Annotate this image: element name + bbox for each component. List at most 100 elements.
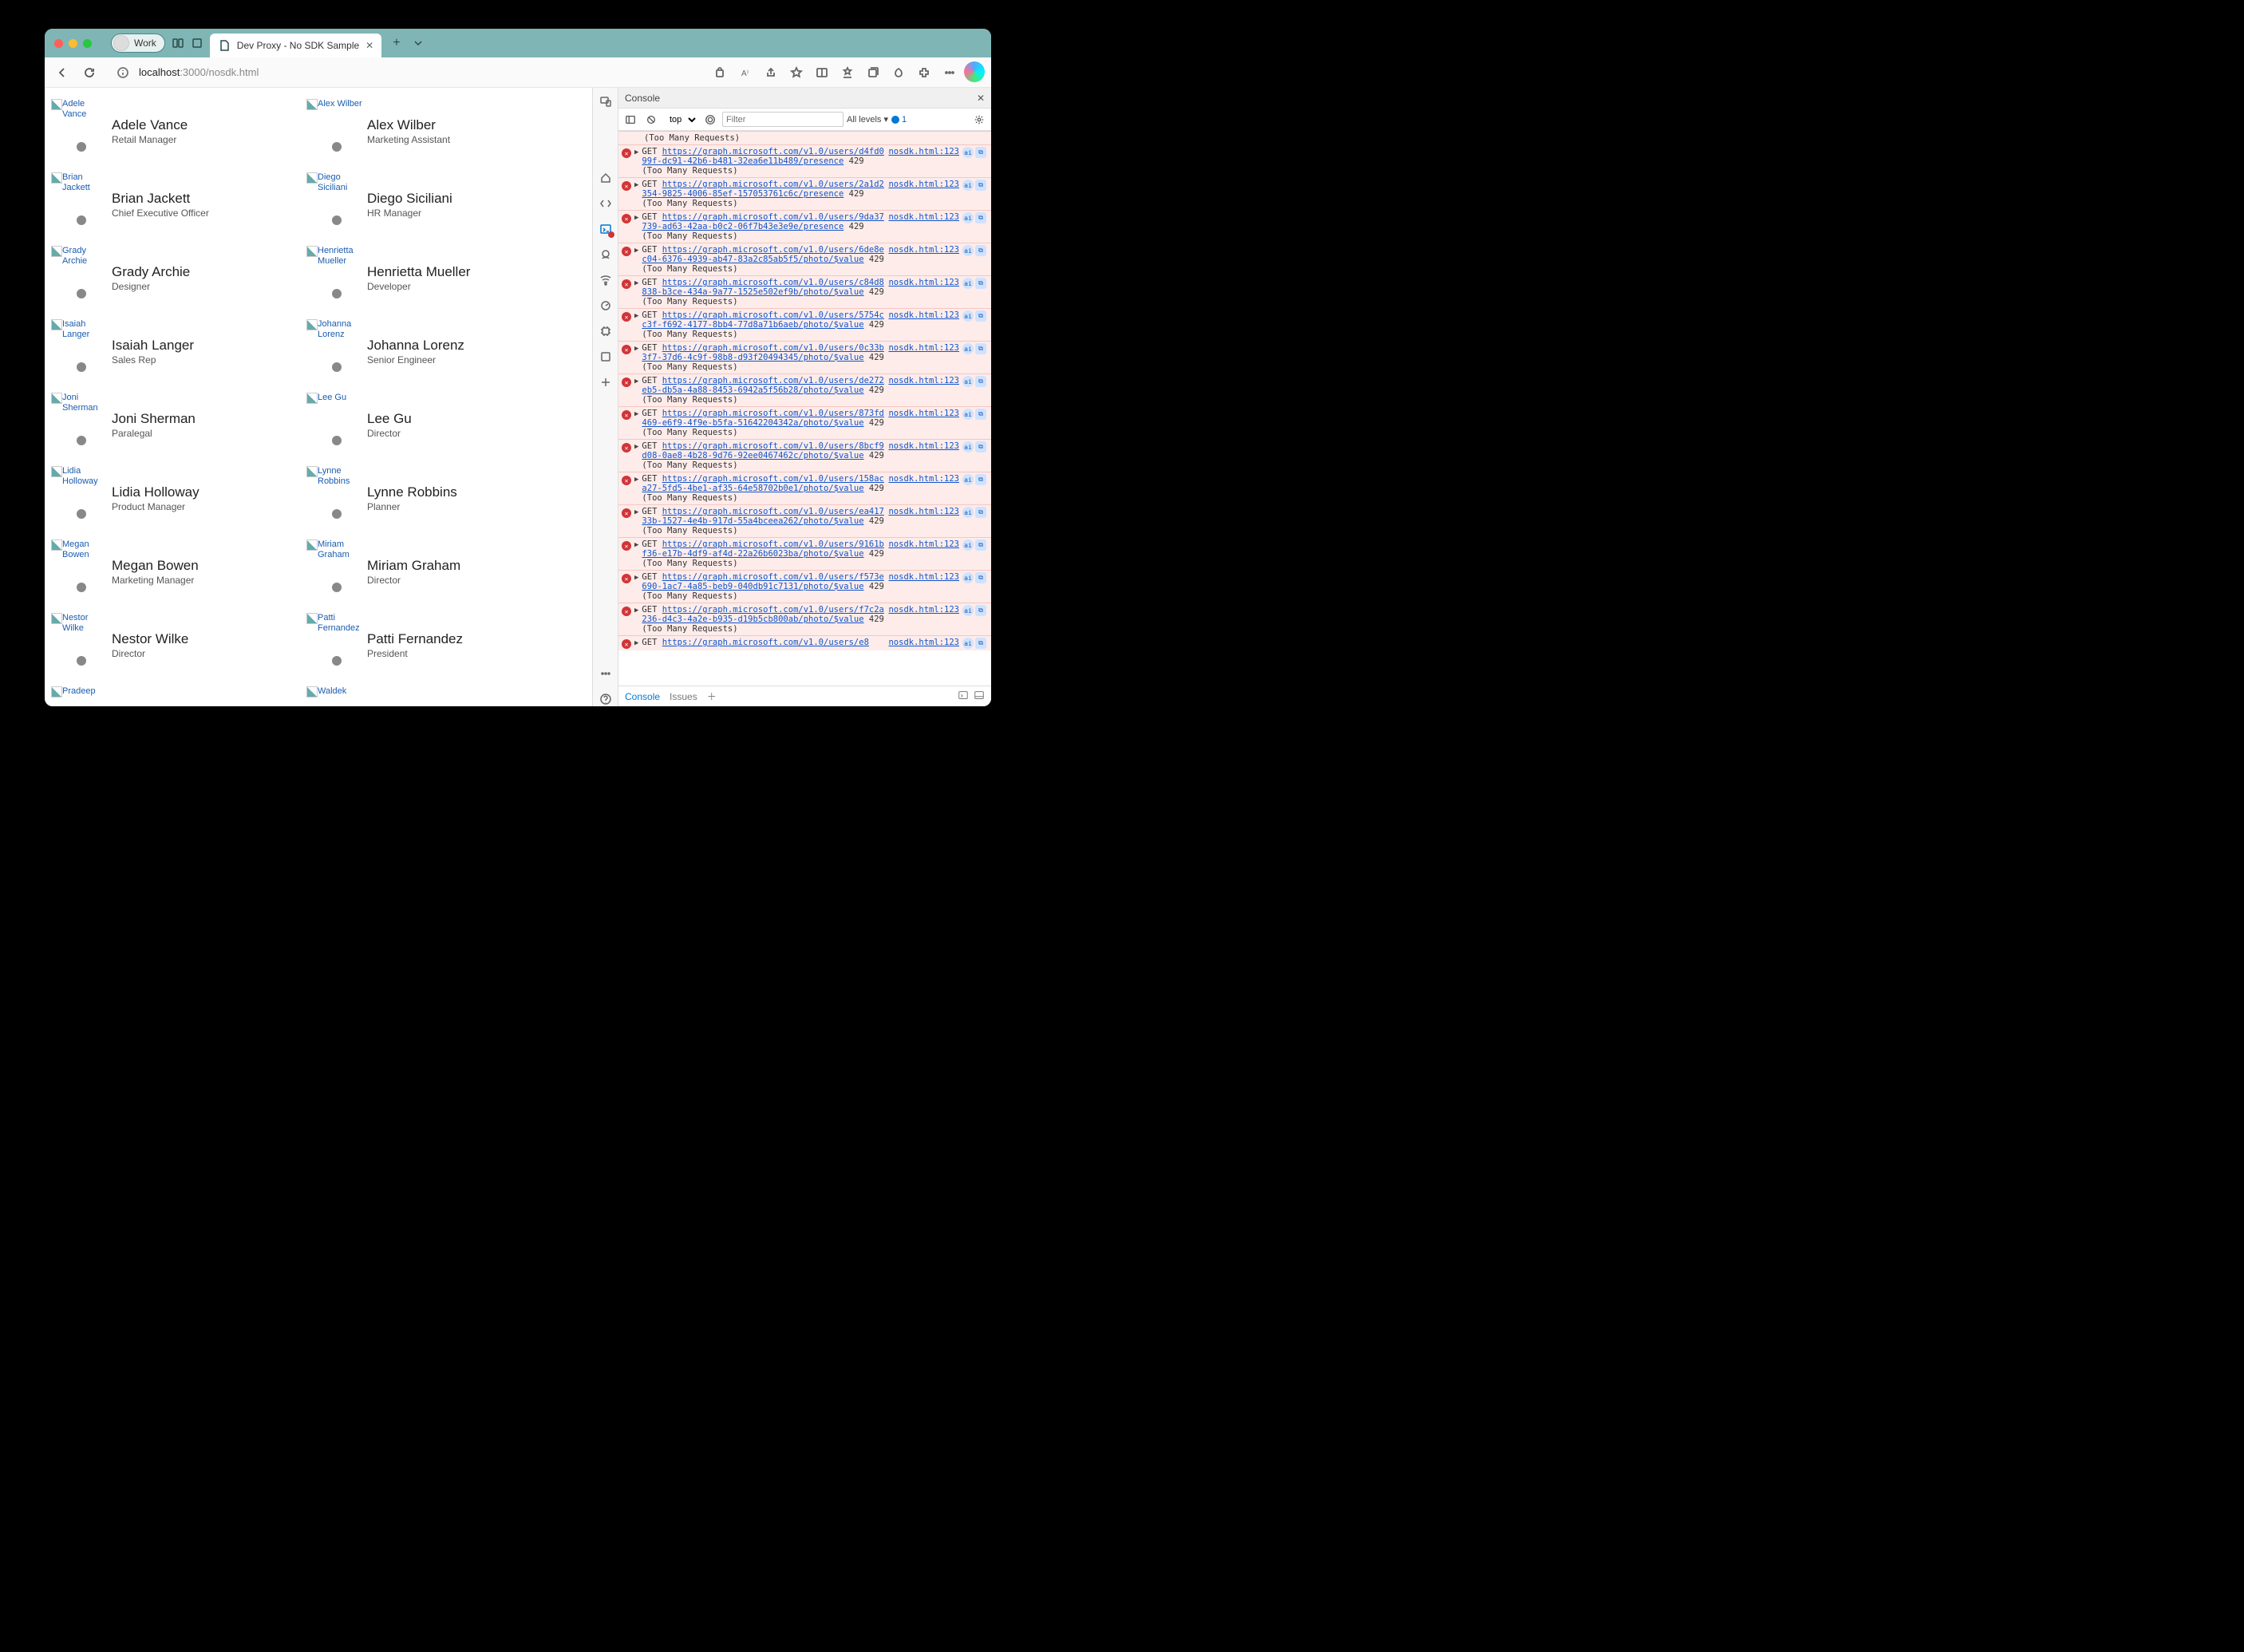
- clear-console-icon[interactable]: [642, 111, 660, 128]
- source-link[interactable]: nosdk.html:123: [888, 376, 959, 385]
- maximize-window-button[interactable]: [83, 39, 92, 48]
- copy-badge-icon[interactable]: ⧉: [975, 147, 986, 158]
- ai-badge-icon[interactable]: ai: [962, 605, 974, 616]
- request-url-link[interactable]: https://graph.microsoft.com/v1.0/users/d…: [642, 147, 883, 166]
- copy-badge-icon[interactable]: ⧉: [975, 343, 986, 354]
- live-expression-icon[interactable]: [701, 111, 719, 128]
- request-url-link[interactable]: https://graph.microsoft.com/v1.0/users/6…: [642, 245, 883, 264]
- ai-badge-icon[interactable]: ai: [962, 474, 974, 485]
- copy-badge-icon[interactable]: ⧉: [975, 376, 986, 387]
- expand-icon[interactable]: ▶: [634, 312, 638, 320]
- shopping-icon[interactable]: [709, 61, 731, 84]
- drawer-tab-issues[interactable]: Issues: [670, 691, 697, 702]
- request-url-link[interactable]: https://graph.microsoft.com/v1.0/users/d…: [642, 376, 883, 395]
- network-icon[interactable]: [599, 273, 613, 287]
- request-url-link[interactable]: https://graph.microsoft.com/v1.0/users/8…: [642, 409, 883, 428]
- request-url-link[interactable]: https://graph.microsoft.com/v1.0/users/f…: [642, 572, 883, 591]
- expand-icon[interactable]: ▶: [634, 377, 638, 385]
- request-url-link[interactable]: https://graph.microsoft.com/v1.0/users/9…: [642, 212, 883, 231]
- ai-badge-icon[interactable]: ai: [962, 376, 974, 387]
- console-error-row[interactable]: ✕ ▶ GET https://graph.microsoft.com/v1.0…: [618, 406, 991, 439]
- ai-badge-icon[interactable]: ai: [962, 147, 974, 158]
- console-settings-icon[interactable]: [970, 111, 988, 128]
- source-link[interactable]: nosdk.html:123: [888, 245, 959, 255]
- share-icon[interactable]: [760, 61, 782, 84]
- request-url-link[interactable]: https://graph.microsoft.com/v1.0/users/e…: [662, 638, 869, 647]
- source-link[interactable]: nosdk.html:123: [888, 180, 959, 189]
- ai-badge-icon[interactable]: ai: [962, 539, 974, 551]
- console-log-list[interactable]: (Too Many Requests) ✕ ▶ GET https://grap…: [618, 131, 991, 686]
- console-error-row[interactable]: ✕ ▶ GET https://graph.microsoft.com/v1.0…: [618, 308, 991, 341]
- request-url-link[interactable]: https://graph.microsoft.com/v1.0/users/f…: [642, 605, 883, 624]
- drawer-tab-console[interactable]: Console: [625, 691, 660, 702]
- ai-badge-icon[interactable]: ai: [962, 245, 974, 256]
- console-error-row[interactable]: ✕ ▶ GET https://graph.microsoft.com/v1.0…: [618, 472, 991, 504]
- ai-badge-icon[interactable]: ai: [962, 409, 974, 420]
- source-link[interactable]: nosdk.html:123: [888, 409, 959, 418]
- console-error-row[interactable]: ✕ ▶ GET https://graph.microsoft.com/v1.0…: [618, 177, 991, 210]
- request-url-link[interactable]: https://graph.microsoft.com/v1.0/users/e…: [642, 507, 883, 526]
- sidebar-toggle-icon[interactable]: [622, 111, 639, 128]
- request-url-link[interactable]: https://graph.microsoft.com/v1.0/users/8…: [642, 441, 883, 460]
- console-error-row[interactable]: ✕ ▶ GET https://graph.microsoft.com/v1.0…: [618, 275, 991, 308]
- workspaces-icon[interactable]: [172, 37, 184, 49]
- request-url-link[interactable]: https://graph.microsoft.com/v1.0/users/0…: [642, 343, 883, 362]
- refresh-button[interactable]: [78, 61, 101, 84]
- source-link[interactable]: nosdk.html:123: [888, 605, 959, 615]
- minimize-window-button[interactable]: [69, 39, 77, 48]
- expand-icon[interactable]: ▶: [634, 181, 638, 189]
- source-link[interactable]: nosdk.html:123: [888, 507, 959, 516]
- sources-icon[interactable]: [599, 247, 613, 262]
- tab-overflow-icon[interactable]: [412, 37, 425, 49]
- log-levels-selector[interactable]: All levels ▾: [847, 114, 888, 124]
- site-info-icon[interactable]: [112, 61, 134, 84]
- console-error-row[interactable]: ✕ ▶ GET https://graph.microsoft.com/v1.0…: [618, 373, 991, 406]
- request-url-link[interactable]: https://graph.microsoft.com/v1.0/users/5…: [642, 310, 883, 330]
- copy-badge-icon[interactable]: ⧉: [975, 180, 986, 191]
- source-link[interactable]: nosdk.html:123: [888, 638, 959, 647]
- favorite-icon[interactable]: [785, 61, 808, 84]
- expand-icon[interactable]: ▶: [634, 508, 638, 516]
- source-link[interactable]: nosdk.html:123: [888, 147, 959, 156]
- copy-badge-icon[interactable]: ⧉: [975, 507, 986, 518]
- copy-badge-icon[interactable]: ⧉: [975, 605, 986, 616]
- ai-badge-icon[interactable]: ai: [962, 212, 974, 223]
- copy-badge-icon[interactable]: ⧉: [975, 539, 986, 551]
- expand-icon[interactable]: ▶: [634, 247, 638, 255]
- welcome-icon[interactable]: [599, 171, 613, 185]
- console-error-row[interactable]: ✕ ▶ GET https://graph.microsoft.com/v1.0…: [618, 439, 991, 472]
- copy-badge-icon[interactable]: ⧉: [975, 245, 986, 256]
- source-link[interactable]: nosdk.html:123: [888, 278, 959, 287]
- address-bar[interactable]: localhost:3000/nosdk.html: [105, 61, 704, 85]
- elements-icon[interactable]: [599, 196, 613, 211]
- copy-badge-icon[interactable]: ⧉: [975, 212, 986, 223]
- ai-badge-icon[interactable]: ai: [962, 310, 974, 322]
- browser-essentials-icon[interactable]: [887, 61, 910, 84]
- console-error-row[interactable]: ✕ ▶ GET https://graph.microsoft.com/v1.0…: [618, 603, 991, 635]
- source-link[interactable]: nosdk.html:123: [888, 474, 959, 484]
- ai-badge-icon[interactable]: ai: [962, 638, 974, 649]
- ai-badge-icon[interactable]: ai: [962, 441, 974, 453]
- application-icon[interactable]: [599, 350, 613, 364]
- expand-icon[interactable]: ▶: [634, 410, 638, 418]
- expand-icon[interactable]: ▶: [634, 214, 638, 222]
- console-error-row[interactable]: ✕ ▶ GET https://graph.microsoft.com/v1.0…: [618, 144, 991, 177]
- extensions-icon[interactable]: [913, 61, 935, 84]
- copy-badge-icon[interactable]: ⧉: [975, 409, 986, 420]
- copy-badge-icon[interactable]: ⧉: [975, 572, 986, 583]
- expand-icon[interactable]: ▶: [634, 541, 638, 549]
- performance-icon[interactable]: [599, 298, 613, 313]
- more-icon[interactable]: [938, 61, 961, 84]
- console-icon[interactable]: [599, 222, 613, 236]
- copy-badge-icon[interactable]: ⧉: [975, 278, 986, 289]
- source-link[interactable]: nosdk.html:123: [888, 343, 959, 353]
- request-url-link[interactable]: https://graph.microsoft.com/v1.0/users/c…: [642, 278, 883, 297]
- expand-icon[interactable]: ▶: [634, 607, 638, 615]
- tab-actions-icon[interactable]: [191, 37, 203, 49]
- copy-badge-icon[interactable]: ⧉: [975, 310, 986, 322]
- ai-badge-icon[interactable]: ai: [962, 180, 974, 191]
- split-screen-icon[interactable]: [811, 61, 833, 84]
- expand-icon[interactable]: ▶: [634, 476, 638, 484]
- browser-tab[interactable]: Dev Proxy - No SDK Sample ✕: [210, 34, 381, 57]
- memory-icon[interactable]: [599, 324, 613, 338]
